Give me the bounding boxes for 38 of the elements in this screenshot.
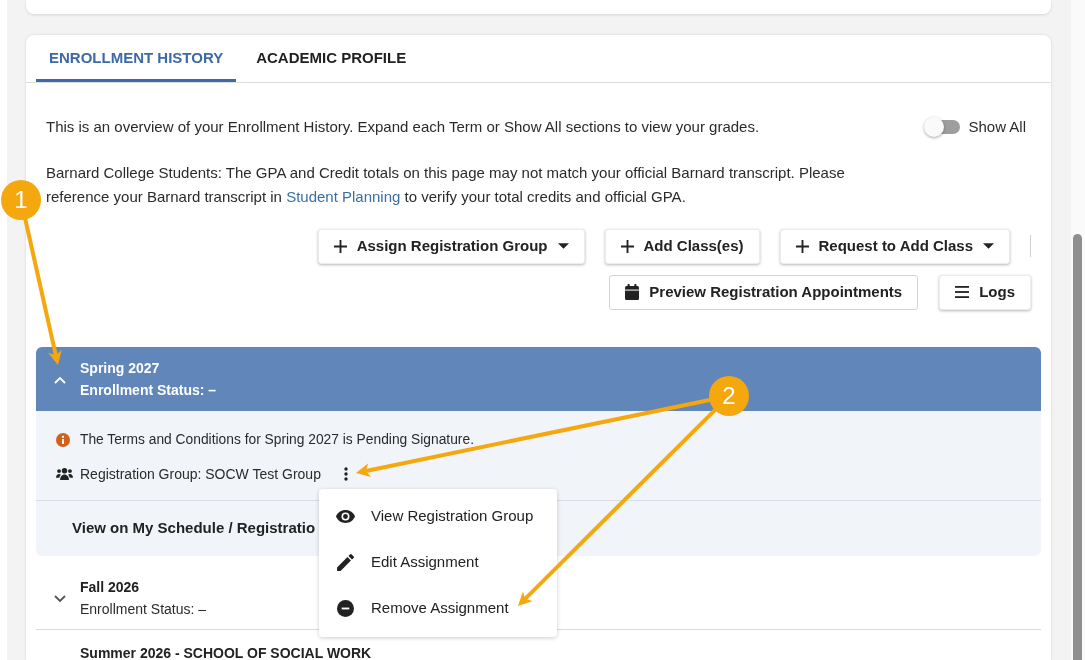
add-classes-button[interactable]: Add Class(es) <box>604 228 760 264</box>
minus-circle-icon <box>337 600 354 617</box>
view-group-menu-item[interactable]: View Registration Group <box>319 493 557 540</box>
student-planning-link[interactable]: Student Planning <box>286 187 401 205</box>
assign-group-button[interactable]: Assign Registration Group <box>317 228 585 264</box>
scrollbar-thumb[interactable] <box>1073 234 1082 660</box>
enrollment-status: Enrollment Status: – <box>80 380 217 400</box>
request-add-class-button[interactable]: Request to Add Class <box>779 228 1010 264</box>
registration-group-text: Registration Group: SOCW Test Group <box>80 464 321 484</box>
callout-marker: 1 <box>1 180 41 220</box>
preview-appointments-button[interactable]: Preview Registration Appointments <box>609 274 919 310</box>
term-title: Spring 2027 <box>80 358 161 378</box>
show-all-label: Show All <box>968 117 1026 137</box>
pencil-icon <box>337 554 354 571</box>
intro-text: This is an overview of your Enrollment History. Expand each Term or Show All sections to view your grades. <box>46 117 760 138</box>
chevron-up-icon[interactable] <box>54 377 66 384</box>
menu-icon <box>955 286 970 298</box>
barnard-notice-text: Barnard College Students: The GPA and Credit totals on this page may not match your official Barnard transcript. Please reference your Barnard transcript in Student Planning to verify your total credits and official GPA. <box>46 162 846 207</box>
calendar-icon <box>625 284 640 300</box>
terms-notice-text: The Terms and Conditions for Spring 2027 is Pending Signature. <box>80 430 474 449</box>
term-title[interactable]: Fall 2026 <box>80 578 207 595</box>
schedule-link[interactable]: View on My Schedule / Registratio <box>72 516 316 540</box>
plus-icon <box>620 239 634 253</box>
edit-assignment-menu-item[interactable]: Edit Assignment <box>319 539 557 586</box>
info-icon <box>56 432 70 447</box>
plus-icon <box>795 239 809 253</box>
eye-icon <box>336 510 355 523</box>
enrollment-status: Enrollment Status: – <box>80 600 207 617</box>
logs-button[interactable]: Logs <box>939 274 1031 310</box>
term-title[interactable]: Summer 2026 - SCHOOL OF SOCIAL WORK <box>80 645 372 660</box>
remove-assignment-menu-item[interactable]: Remove Assignment <box>319 585 557 632</box>
users-icon <box>56 467 73 480</box>
chevron-down-icon[interactable] <box>54 594 66 602</box>
tab[interactable]: ACADEMIC PROFILE <box>236 35 427 82</box>
tab[interactable]: ENROLLMENT HISTORY <box>36 35 237 82</box>
show-all-switch[interactable] <box>924 117 961 138</box>
plus-icon <box>333 239 347 253</box>
vertical-dots-icon <box>343 466 348 481</box>
